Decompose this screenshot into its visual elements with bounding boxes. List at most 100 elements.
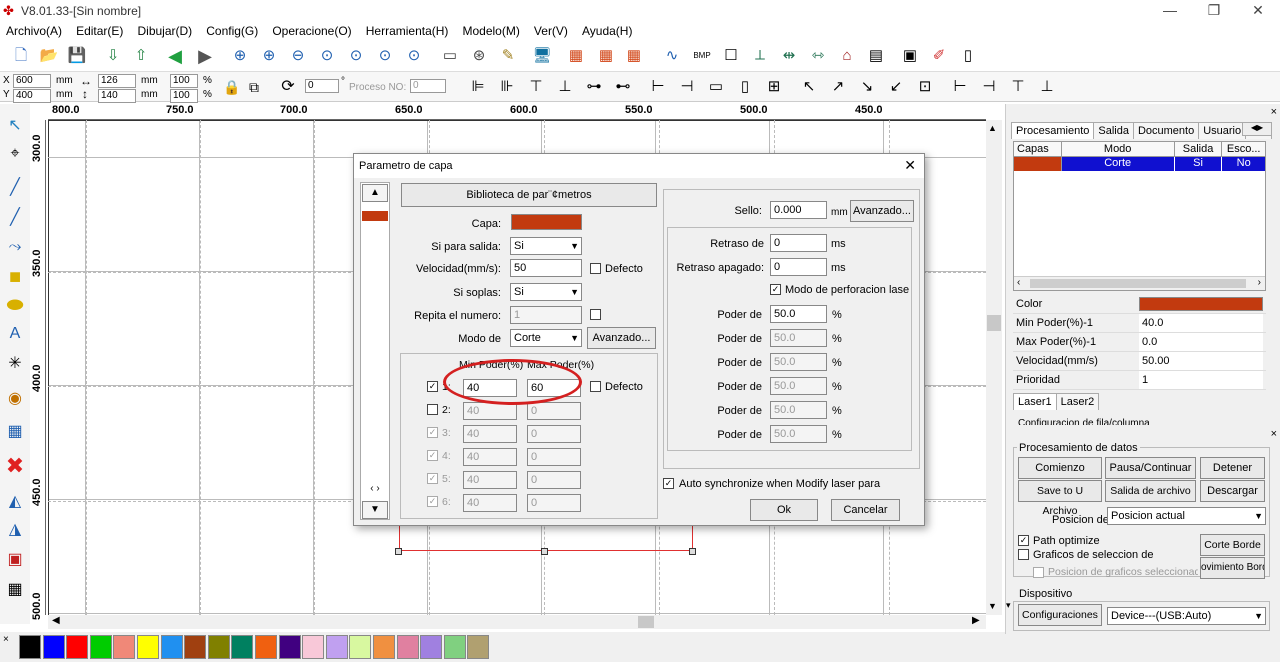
width-input[interactable]: 126	[98, 74, 136, 88]
palette-swatch[interactable]	[420, 635, 443, 659]
tab-laser1[interactable]: Laser1	[1013, 393, 1057, 410]
scroll-left-icon[interactable]: ◀	[52, 615, 60, 626]
select-frame-icon[interactable]: ▭	[438, 44, 462, 68]
zoom-page-icon[interactable]: ⊙	[344, 44, 368, 68]
zoom-window-icon[interactable]: ⊙	[402, 44, 426, 68]
col-esco[interactable]: Esco...	[1222, 142, 1265, 156]
autosync-checkbox[interactable]: ✓	[663, 478, 674, 489]
menu-herramienta[interactable]: Herramienta(H)	[360, 22, 454, 38]
col-salida[interactable]: Salida	[1175, 142, 1223, 156]
poder-input[interactable]: 50.0	[770, 401, 827, 419]
graficos-checkbox[interactable]	[1018, 549, 1029, 560]
pos-graficos-checkbox[interactable]	[1033, 567, 1044, 578]
device-icon[interactable]: ▣	[898, 44, 922, 68]
palette-swatch[interactable]	[160, 635, 183, 659]
power-row-checkbox[interactable]: ✓	[427, 450, 438, 461]
detener-button[interactable]: Detener	[1200, 457, 1265, 479]
repita-checkbox[interactable]	[590, 309, 601, 320]
row-defecto-checkbox[interactable]	[590, 381, 601, 392]
hscroll-thumb[interactable]	[638, 616, 654, 628]
palette-swatch[interactable]	[66, 635, 89, 659]
select-arrow-icon[interactable]: ↖	[3, 114, 27, 138]
palette-swatch[interactable]	[89, 635, 112, 659]
delete-icon[interactable]: ✖	[3, 454, 27, 478]
layer-scroll-icon[interactable]: ‹ ›	[362, 483, 388, 494]
palette-swatch[interactable]	[19, 635, 41, 659]
soplas-select[interactable]: Si ▼	[510, 283, 582, 301]
horizontal-scrollbar[interactable]: ◀ ▶	[48, 615, 986, 629]
panel-scroll-icon[interactable]: ▾	[1006, 600, 1011, 611]
palette-swatch[interactable]	[137, 635, 159, 659]
document-icon[interactable]: ▤	[864, 44, 888, 68]
palette-swatch[interactable]	[278, 635, 301, 659]
poder-input[interactable]: 50.0	[770, 353, 827, 371]
prop-value[interactable]: 40.0	[1139, 314, 1263, 332]
new-file-icon[interactable]: 🗋	[9, 44, 33, 68]
min-poder-input[interactable]: 40	[463, 471, 517, 489]
bitmap-icon[interactable]: ◉	[3, 387, 27, 411]
laser-head-icon[interactable]: ⌂	[835, 44, 859, 68]
poder-input[interactable]: 50.0	[770, 305, 827, 323]
power-row-checkbox[interactable]: ✓	[427, 496, 438, 507]
undo-icon[interactable]: ◀	[163, 44, 187, 68]
col-modo[interactable]: Modo	[1062, 142, 1175, 156]
salida-select[interactable]: Si ▼	[510, 237, 582, 255]
ruler-icon[interactable]: ▯	[956, 44, 980, 68]
selection-handle[interactable]	[541, 548, 548, 555]
min-poder-input[interactable]: 40	[463, 425, 517, 443]
zoom-fit-icon[interactable]: ⊙	[315, 44, 339, 68]
point-icon[interactable]: ✳	[3, 352, 27, 376]
align-right-icon[interactable]: ⊪	[495, 75, 519, 99]
layer-up-button[interactable]: ▲	[362, 184, 388, 202]
scroll-thumb[interactable]	[987, 315, 1001, 331]
polyline-icon[interactable]: ╱	[3, 206, 27, 230]
center-box-icon[interactable]: ⊡	[913, 75, 937, 99]
save-icon[interactable]: 💾	[65, 44, 89, 68]
palette-swatch[interactable]	[373, 635, 395, 659]
dist-top-icon[interactable]: ⊤	[1006, 75, 1030, 99]
sello-input[interactable]: 0.000	[770, 201, 827, 219]
pausa-button[interactable]: Pausa/Continuar	[1105, 457, 1196, 479]
palette-close-icon[interactable]: ×	[3, 634, 9, 645]
palette-swatch[interactable]	[184, 635, 207, 659]
velocidad-input[interactable]: 50	[510, 259, 582, 277]
ok-button[interactable]: Ok	[750, 499, 818, 521]
layer-down-button[interactable]: ▼	[362, 501, 388, 519]
menu-config[interactable]: Config(G)	[200, 22, 263, 38]
prop-value[interactable]: 1	[1139, 371, 1263, 389]
posicion-select[interactable]: Posicion actual ▼	[1107, 507, 1266, 525]
col-capas[interactable]: Capas	[1014, 142, 1062, 156]
monitor-icon[interactable]: 🖥	[530, 44, 554, 68]
min-poder-input[interactable]: 40	[463, 448, 517, 466]
menu-ver[interactable]: Ver(V)	[528, 22, 573, 38]
poder-input[interactable]: 50.0	[770, 425, 827, 443]
rect-icon[interactable]: ☐	[719, 44, 743, 68]
power-row-checkbox[interactable]: ✓	[427, 473, 438, 484]
laser-pointer-icon[interactable]: ✐	[927, 44, 951, 68]
bmp-icon[interactable]: BMP	[690, 44, 714, 68]
poder-input[interactable]: 50.0	[770, 377, 827, 395]
lock-icon[interactable]: 🔒	[220, 75, 244, 99]
retraso-input[interactable]: 0	[770, 234, 827, 252]
biblioteca-button[interactable]: Biblioteca de par¨¢metros	[401, 183, 657, 207]
x-input[interactable]: 600	[13, 74, 51, 88]
save-u-button[interactable]: Save to U Archivo	[1018, 480, 1102, 517]
arrow-sw-icon[interactable]: ↙	[884, 75, 908, 99]
angle-input[interactable]: 0	[305, 79, 339, 93]
layer-list-item[interactable]	[362, 211, 388, 221]
tab-salida[interactable]: Salida	[1093, 122, 1134, 139]
arrow-se-icon[interactable]: ↘	[855, 75, 879, 99]
palette-swatch[interactable]	[467, 635, 490, 659]
rotate-icon[interactable]: ⟳	[276, 75, 300, 99]
movimiento-borde-button[interactable]: ovimiento Borde	[1200, 557, 1265, 579]
scale-h-input[interactable]: 100	[170, 89, 198, 103]
path-optimize-checkbox[interactable]: ✓	[1018, 535, 1029, 546]
capa-color-swatch[interactable]	[511, 214, 582, 230]
y-input[interactable]: 400	[13, 89, 51, 103]
power-row-checkbox[interactable]: ✓	[427, 381, 438, 392]
array-icon[interactable]: ▦	[564, 44, 588, 68]
max-poder-input[interactable]: 0	[527, 425, 581, 443]
device-select[interactable]: Device---(USB:Auto) ▼	[1107, 607, 1266, 625]
power-row-checkbox[interactable]	[427, 404, 438, 415]
max-poder-input[interactable]: 0	[527, 471, 581, 489]
